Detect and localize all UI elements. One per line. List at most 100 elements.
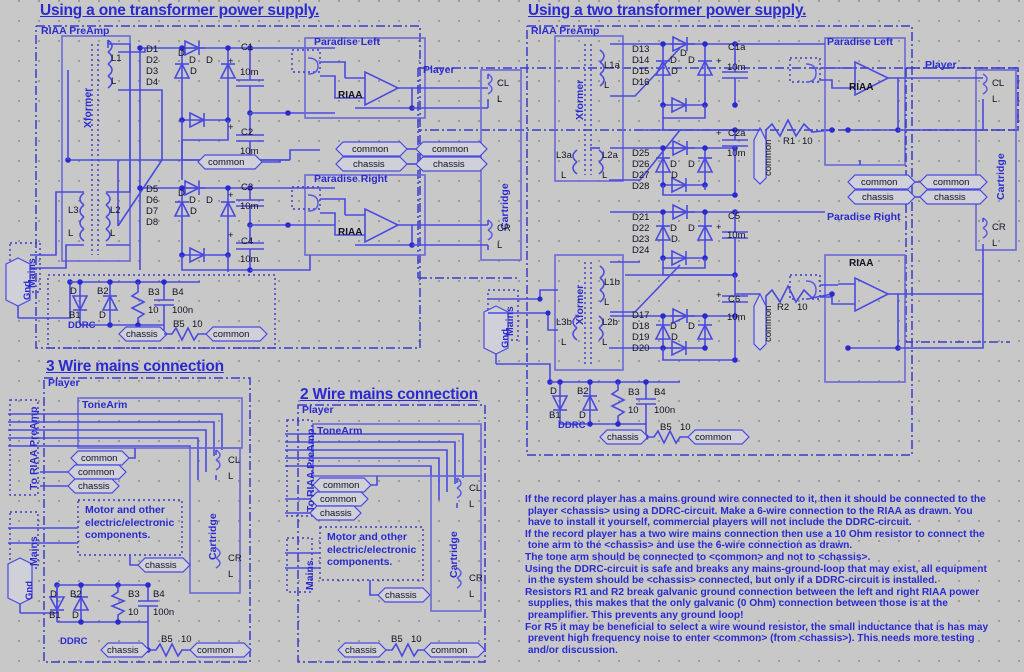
label-l-cl-1: L <box>497 94 503 105</box>
tag-common-5[interactable]: common <box>861 177 897 188</box>
label-c2a-val: 10m <box>727 148 746 159</box>
tag-chassis-1[interactable]: chassis <box>353 159 385 170</box>
label-ddrc1-b5: B5 <box>173 319 185 330</box>
tag-chassis-11[interactable]: chassis <box>385 590 417 601</box>
label-c1a: C1a <box>728 42 746 53</box>
label-motor-note-3: Motor and other electric/electronic comp… <box>85 504 175 541</box>
tag-chassis-4[interactable]: chassis <box>862 192 894 203</box>
tag-common-1[interactable]: common <box>208 157 244 168</box>
label-l-cr-3: L <box>228 569 234 580</box>
label-ddrc2-b4: B4 <box>654 387 666 398</box>
label-ddrc2-b5-val: 10 <box>680 422 691 433</box>
label-ddrc3-b4-val: 100n <box>153 607 175 618</box>
tag-common-2[interactable]: common <box>352 144 388 155</box>
label-l2: L2 <box>110 205 121 216</box>
tag-common-3[interactable]: common <box>432 144 468 155</box>
tag-chassis-5[interactable]: chassis <box>934 192 966 203</box>
tag-common-12[interactable]: common <box>320 494 356 505</box>
label-d-g3b: D <box>671 170 678 181</box>
label-d20: D20 <box>632 343 650 354</box>
label-r2: R2 <box>777 302 790 313</box>
label-xformer-2b: Xformer <box>574 284 586 325</box>
label-ddrc2-b4-val: 100n <box>654 405 676 416</box>
label-riaa-right-2: RIAA <box>849 258 874 269</box>
label-l2a-l: L <box>602 170 608 181</box>
tag-common-6[interactable]: common <box>933 177 969 188</box>
label-r2-val: 10 <box>797 302 808 313</box>
label-mains-4: Mains <box>304 560 316 590</box>
label-cl-2: CL <box>992 78 1005 89</box>
tag-chassis-6[interactable]: chassis <box>607 432 639 443</box>
label-l1: L1 <box>111 53 122 64</box>
label-d-glyph-7: D <box>206 195 213 206</box>
tag-chassis-7[interactable]: chassis <box>78 481 110 492</box>
label-2wire-b5: B5 <box>391 634 403 645</box>
label-paradise-left-1: Paradise Left <box>314 36 380 48</box>
label-ddrc2-d-top: D <box>550 386 557 397</box>
label-c1-val: 10m <box>240 67 259 78</box>
cap-plus-4: + <box>228 230 234 241</box>
tag-common-11[interactable]: common <box>323 480 359 491</box>
label-riaa-preamp-2: RIAA PreAmp <box>531 25 600 37</box>
tag-chassis-10[interactable]: chassis <box>320 508 352 519</box>
tag-common-7[interactable]: common <box>695 432 731 443</box>
schematic-canvas: .w{stroke:#4a4ae0;stroke-width:1.6;fill:… <box>0 0 1024 672</box>
label-d26: D26 <box>632 159 650 170</box>
tag-chassis-9[interactable]: chassis <box>107 645 139 656</box>
tag-gnd-2[interactable]: Gnd <box>500 329 511 348</box>
tag-common-8[interactable]: common <box>81 453 117 464</box>
label-d-g4a: D <box>670 223 677 234</box>
label-ddrc1-b3: B3 <box>148 287 160 298</box>
label-riaa-right-1: RIAA <box>338 227 363 238</box>
tag-chassis-8[interactable]: chassis <box>145 560 177 571</box>
label-l2-l: L <box>110 228 116 239</box>
label-d22: D22 <box>632 223 650 234</box>
tag-common-10[interactable]: common <box>197 645 233 656</box>
label-l2b: L2b <box>602 317 618 328</box>
label-ddrc3-b3-val: 10 <box>128 607 139 618</box>
tag-common-4[interactable]: common <box>213 329 249 340</box>
label-l3: L3 <box>68 205 79 216</box>
tag-gnd-3[interactable]: Gnd <box>24 581 35 600</box>
label-l3b-l: L <box>561 337 567 348</box>
tag-chassis-12[interactable]: chassis <box>345 645 377 656</box>
label-c1: C1 <box>241 42 254 53</box>
cap-plus-3: + <box>228 190 234 201</box>
label-d13: D13 <box>632 44 650 55</box>
title-two-wire: 2 Wire mains connection <box>300 386 478 403</box>
label-d-g4b: D <box>671 234 678 245</box>
tag-chassis-2[interactable]: chassis <box>433 159 465 170</box>
label-d8: D8 <box>146 217 159 228</box>
label-ddrc3-b5: B5 <box>161 634 173 645</box>
label-cartridge-4: Cartridge <box>448 531 460 578</box>
tag-common-vert-2[interactable]: common <box>763 306 774 342</box>
tag-chassis-3[interactable]: chassis <box>126 329 158 340</box>
label-ddrc2-b3: B3 <box>628 387 640 398</box>
notes-block: If the record player has a mains ground … <box>525 494 989 656</box>
label-c5-val: 10m <box>727 230 746 241</box>
label-l2a: L2a <box>602 150 618 161</box>
tag-common-9[interactable]: common <box>78 467 114 478</box>
label-cr-1: CR <box>497 223 511 234</box>
label-cl-4: CL <box>469 483 482 494</box>
label-d-glyph-3: D <box>206 55 213 66</box>
label-ddrc-3: DDRC <box>60 636 88 647</box>
cap-plus-8: + <box>716 290 722 301</box>
label-ddrc3-b5-val: 10 <box>181 634 192 645</box>
label-l1-l: L <box>111 76 117 87</box>
label-d19: D19 <box>632 332 650 343</box>
title-two-transformer: Using a two transformer power supply. <box>528 2 807 19</box>
label-l-cl-2: L <box>992 94 998 105</box>
label-c4: C4 <box>241 236 254 247</box>
tag-common-vert-1[interactable]: common <box>763 140 774 176</box>
label-d-g5c: D <box>688 321 695 332</box>
label-paradise-right-2: Paradise Right <box>827 211 901 223</box>
tag-common-13[interactable]: common <box>431 645 467 656</box>
label-c2a: C2a <box>728 128 746 139</box>
label-d-glyph-6: D <box>190 206 197 217</box>
label-paradise-right-1: Paradise Right <box>314 173 388 185</box>
label-ddrc1-d-bottom: D <box>99 310 106 321</box>
tag-gnd-1[interactable]: Gnd <box>22 281 33 300</box>
label-ddrc2-b5: B5 <box>660 422 672 433</box>
cap-plus-6: + <box>716 128 722 139</box>
